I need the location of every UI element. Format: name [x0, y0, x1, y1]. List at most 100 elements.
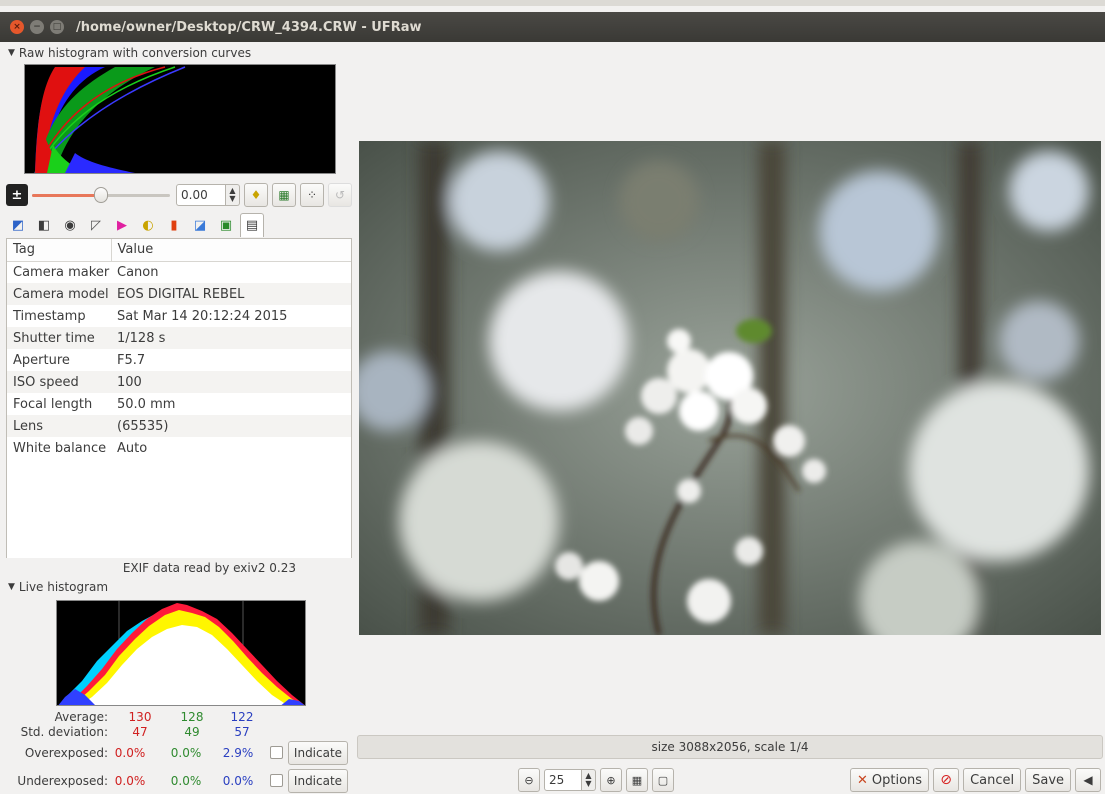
reset-exposure-icon[interactable]: ↺	[328, 183, 352, 207]
zoom-out-icon[interactable]: ⊖	[518, 768, 540, 792]
cancel-button[interactable]: Cancel	[963, 768, 1022, 792]
average-green: 128	[180, 710, 204, 724]
auto-adjust-icon[interactable]: ⁘	[300, 183, 324, 207]
overexposed-red: 0.0%	[114, 746, 146, 760]
exif-tag: Camera model	[7, 283, 111, 305]
tab-grayscale-icon[interactable]: ◧	[32, 213, 56, 237]
underexposed-indicate-button[interactable]: Indicate	[288, 769, 348, 793]
exif-table-panel: Tag Value Camera maker Canon Camera model…	[6, 238, 352, 578]
status-bar: size 3088x2056, scale 1/4	[357, 735, 1103, 759]
exif-column-value[interactable]: Value	[110, 239, 351, 262]
status-text: size 3088x2056, scale 1/4	[651, 740, 809, 754]
exposure-slider[interactable]	[32, 185, 170, 205]
tab-crop-rotate-icon[interactable]: ◪	[188, 213, 212, 237]
overexposed-indicate-checkbox[interactable]	[270, 746, 283, 759]
zoom-controls: ⊖ ▲▼ ⊕ ▦ ▢	[514, 766, 674, 794]
exposure-spin-arrows[interactable]: ▲ ▼	[226, 184, 240, 206]
action-buttons: ✕ Options ⊘ Cancel Save ◀	[846, 766, 1102, 794]
overexposed-blue: 2.9%	[222, 746, 254, 760]
auto-exposure-bulb-icon[interactable]: ♦	[244, 183, 268, 207]
average-label: Average:	[54, 710, 108, 724]
table-row[interactable]: Aperture F5.7	[7, 349, 351, 371]
overexposed-row: Overexposed: 0.0% 0.0% 2.9% Indicate	[6, 740, 352, 766]
table-row[interactable]: Focal length 50.0 mm	[7, 393, 351, 415]
stddev-blue: 57	[234, 725, 250, 739]
expander-arrow-icon: ▼	[8, 48, 15, 58]
table-row[interactable]: Lens (65535)	[7, 415, 351, 437]
table-row[interactable]: Camera maker Canon	[7, 261, 351, 283]
left-panel: ▼ Raw histogram with conversion curves ±	[6, 44, 352, 794]
exposure-input[interactable]	[176, 184, 226, 206]
live-histogram-graph	[58, 601, 305, 705]
table-row[interactable]: Timestamp Sat Mar 14 20:12:24 2015	[7, 305, 351, 327]
zoom-100-icon[interactable]: ▢	[652, 768, 674, 792]
raw-histogram	[24, 64, 336, 174]
slider-fill	[32, 194, 101, 197]
underexposed-row: Underexposed: 0.0% 0.0% 0.0% Indicate	[6, 768, 352, 794]
tab-lens-icon[interactable]: ◉	[58, 213, 82, 237]
minimize-window-button[interactable]: −	[30, 20, 44, 34]
exif-value: F5.7	[117, 352, 146, 368]
overexposed-indicate-button[interactable]: Indicate	[288, 741, 348, 765]
underexposed-red: 0.0%	[114, 774, 146, 788]
send-to-gimp-button[interactable]: ◀	[1075, 768, 1102, 792]
maximize-window-button[interactable]: □	[50, 20, 64, 34]
exif-footer: EXIF data read by exiv2 0.23	[6, 558, 352, 578]
options-icon: ✕	[857, 772, 868, 788]
live-histogram-expander[interactable]: ▼ Live histogram	[8, 578, 108, 596]
blue-base-area	[65, 153, 135, 173]
exif-tag: Timestamp	[13, 308, 86, 324]
tab-color-management-icon[interactable]: ▶	[110, 213, 134, 237]
exposure-compensation-icon: ±	[6, 184, 28, 206]
close-window-button[interactable]: ×	[10, 20, 24, 34]
raw-histogram-curves	[34, 66, 186, 173]
underexposed-blue: 0.0%	[222, 774, 254, 788]
exif-value: Sat Mar 14 20:12:24 2015	[117, 308, 288, 324]
image-preview[interactable]	[359, 141, 1101, 635]
overexposed-label: Overexposed:	[24, 746, 108, 760]
table-row[interactable]: ISO speed 100	[7, 371, 351, 393]
tab-raw-icon[interactable]: ◩	[6, 213, 30, 237]
exif-tag: Focal length	[13, 396, 93, 412]
underexposed-green: 0.0%	[170, 774, 202, 788]
raw-histogram-expander[interactable]: ▼ Raw histogram with conversion curves	[8, 44, 251, 62]
tab-exif-icon[interactable]: ▤	[240, 213, 264, 237]
zoom-fit-icon[interactable]: ▦	[626, 768, 648, 792]
exif-value: 50.0 mm	[117, 396, 176, 412]
average-red: 130	[128, 710, 152, 724]
tab-lightness-icon[interactable]: ▮	[162, 213, 186, 237]
average-blue: 122	[230, 710, 254, 724]
table-row[interactable]: Camera model EOS DIGITAL REBEL	[7, 283, 351, 305]
save-button[interactable]: Save	[1025, 768, 1072, 792]
table-row[interactable]: White balance Auto	[7, 437, 351, 459]
exif-tag: ISO speed	[7, 371, 111, 393]
exif-value: EOS DIGITAL REBEL	[111, 283, 351, 305]
tab-base-curve-icon[interactable]: ◸	[84, 213, 108, 237]
exif-value: Auto	[117, 440, 148, 456]
exif-tag: Lens	[7, 415, 111, 437]
exposure-spinbox[interactable]: ▲▼	[176, 184, 240, 206]
stddev-label: Std. deviation:	[20, 725, 108, 739]
underexposed-label: Underexposed:	[17, 774, 108, 788]
tab-save-icon[interactable]: ▣	[214, 213, 238, 237]
exif-tag: Shutter time	[7, 327, 111, 349]
exif-tag: Camera maker	[13, 264, 110, 280]
table-row[interactable]: Shutter time 1/128 s	[7, 327, 351, 349]
delete-button[interactable]: ⊘	[933, 768, 960, 792]
exif-table: Tag Value Camera maker Canon Camera model…	[7, 239, 351, 459]
expander-arrow-icon: ▼	[8, 582, 15, 592]
stddev-row: Std. deviation: 47 49 57	[6, 725, 352, 739]
live-histogram-header: Live histogram	[18, 580, 109, 594]
exif-value: 100	[111, 371, 351, 393]
tab-corrections-icon[interactable]: ◐	[136, 213, 160, 237]
zoom-in-icon[interactable]: ⊕	[600, 768, 622, 792]
options-button[interactable]: ✕ Options	[850, 768, 930, 792]
clip-highlights-icon[interactable]: ▦	[272, 183, 296, 207]
exif-value: 1/128 s	[111, 327, 351, 349]
slider-knob[interactable]	[94, 187, 108, 203]
photo-blossom-illustration	[359, 141, 1101, 635]
underexposed-indicate-checkbox[interactable]	[270, 774, 283, 787]
average-row: Average: 130 128 122	[6, 710, 352, 724]
exif-column-tag[interactable]: Tag	[7, 239, 111, 262]
stddev-green: 49	[184, 725, 200, 739]
